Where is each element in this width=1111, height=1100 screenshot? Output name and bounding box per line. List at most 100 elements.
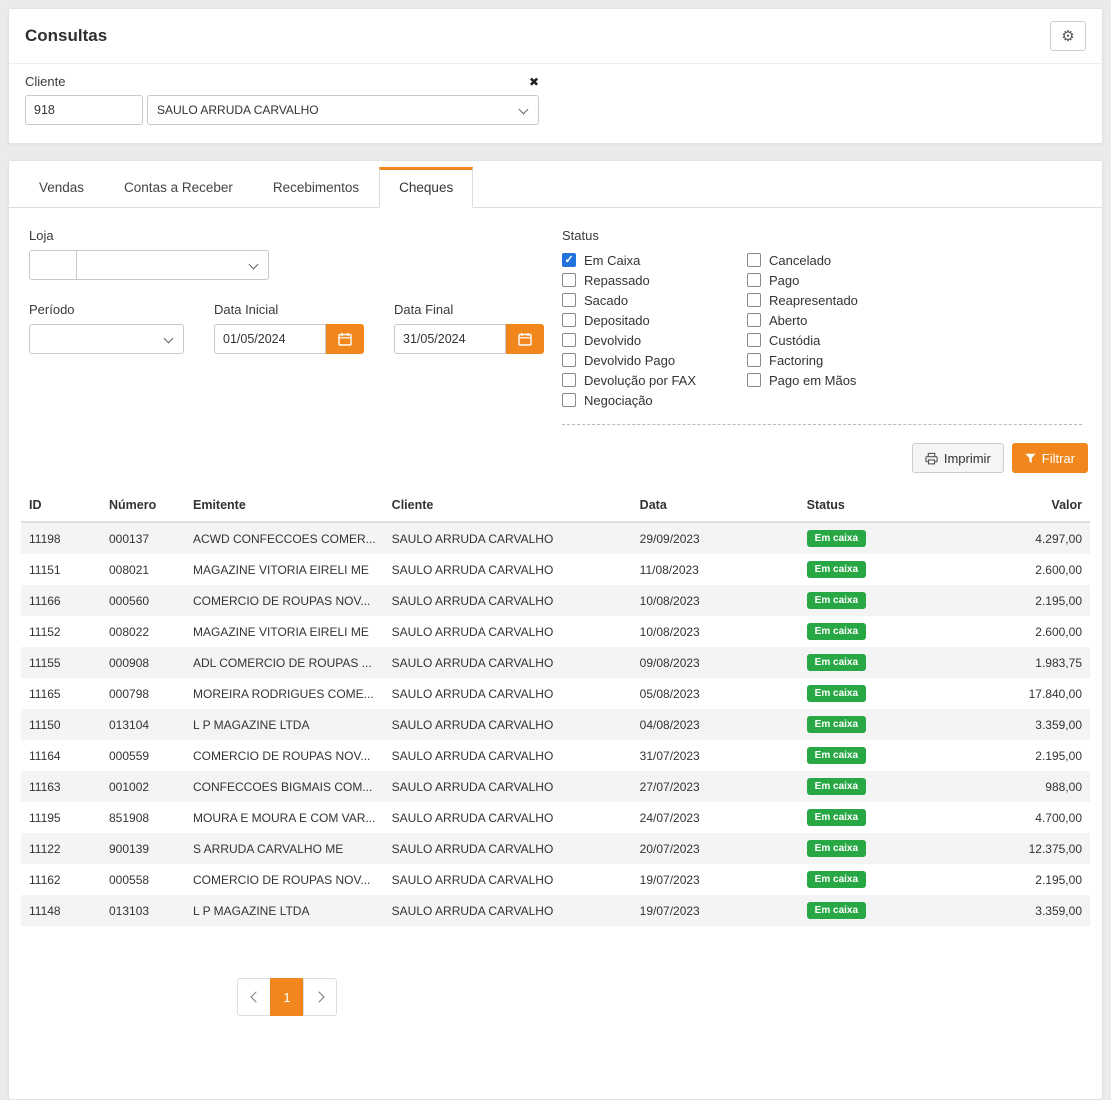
chevron-down-icon [249,260,259,270]
printer-icon [925,452,938,465]
filter-area: Loja Período Data Inicial [9,208,1102,425]
status-option-label: Pago [769,273,799,288]
cell-data: 04/08/2023 [632,709,799,740]
status-option-pago-em-maos[interactable]: Pago em Mãos [747,370,858,390]
table-row[interactable]: 11198000137ACWD CONFECCOES COMER...SAULO… [21,522,1090,554]
status-option-repassado[interactable]: Repassado [562,270,747,290]
data-final-calendar-button[interactable] [506,324,544,354]
column-header-numero: Número [101,489,185,522]
tab-recebimentos[interactable]: Recebimentos [253,167,379,207]
status-option-em-caixa[interactable]: Em Caixa [562,250,747,270]
status-option-devolvido-pago[interactable]: Devolvido Pago [562,350,747,370]
cell-id: 11162 [21,864,101,895]
client-code-input[interactable] [25,95,143,125]
cell-data: 29/09/2023 [632,522,799,554]
loja-select[interactable] [77,250,269,280]
cell-status: Em caixa [799,554,932,585]
cell-valor: 2.600,00 [932,616,1090,647]
status-option-depositado[interactable]: Depositado [562,310,747,330]
cell-cliente: SAULO ARRUDA CARVALHO [384,740,632,771]
status-option-devolvido[interactable]: Devolvido [562,330,747,350]
status-option-factoring[interactable]: Factoring [747,350,858,370]
data-inicial-calendar-button[interactable] [326,324,364,354]
pagination-prev-button[interactable] [237,978,271,1016]
loja-code-input[interactable] [29,250,77,280]
checkbox-pago[interactable] [747,273,761,287]
status-column-left: Em Caixa Repassado Sacado Depositado Devolvi… [562,250,747,410]
status-option-negociacao[interactable]: Negociação [562,390,747,410]
status-option-label: Sacado [584,293,628,308]
cell-cliente: SAULO ARRUDA CARVALHO [384,895,632,926]
status-option-reapresentado[interactable]: Reapresentado [747,290,858,310]
cell-valor: 3.359,00 [932,895,1090,926]
checkbox-pago-em-maos[interactable] [747,373,761,387]
status-option-label: Devolvido [584,333,641,348]
client-select[interactable]: SAULO ARRUDA CARVALHO [147,95,539,125]
status-option-sacado[interactable]: Sacado [562,290,747,310]
table-row[interactable]: 11148013103L P MAGAZINE LTDASAULO ARRUDA… [21,895,1090,926]
status-option-cancelado[interactable]: Cancelado [747,250,858,270]
data-final-label: Data Final [394,302,544,317]
checkbox-aberto[interactable] [747,313,761,327]
table-row[interactable]: 11165000798MOREIRA RODRIGUES COME...SAUL… [21,678,1090,709]
cheques-table: IDNúmeroEmitenteClienteDataStatusValor 1… [21,489,1090,926]
filtrar-button[interactable]: Filtrar [1012,443,1088,473]
status-option-label: Devolução por FAX [584,373,696,388]
status-option-custodia[interactable]: Custódia [747,330,858,350]
cell-cliente: SAULO ARRUDA CARVALHO [384,678,632,709]
tab-contas-a-receber[interactable]: Contas a Receber [104,167,253,207]
tab-vendas[interactable]: Vendas [19,167,104,207]
cell-data: 11/08/2023 [632,554,799,585]
table-row[interactable]: 11155000908ADL COMERCIO DE ROUPAS ...SAU… [21,647,1090,678]
column-header-status: Status [799,489,932,522]
imprimir-label: Imprimir [944,451,991,466]
clear-client-icon[interactable]: ✖ [529,76,539,88]
settings-button[interactable]: ⚙ [1050,21,1086,51]
status-badge: Em caixa [807,716,866,733]
checkbox-sacado[interactable] [562,293,576,307]
checkbox-devolvido-pago[interactable] [562,353,576,367]
table-row[interactable]: 11166000560COMERCIO DE ROUPAS NOV...SAUL… [21,585,1090,616]
checkbox-negociacao[interactable] [562,393,576,407]
cell-emitente: ADL COMERCIO DE ROUPAS ... [185,647,384,678]
checkbox-repassado[interactable] [562,273,576,287]
checkbox-cancelado[interactable] [747,253,761,267]
status-option-pago[interactable]: Pago [747,270,858,290]
table-row[interactable]: 11152008022MAGAZINE VITORIA EIRELI MESAU… [21,616,1090,647]
pagination-next-button[interactable] [303,978,337,1016]
cell-status: Em caixa [799,522,932,554]
pagination-page-1[interactable]: 1 [270,978,304,1016]
data-inicial-input[interactable] [214,324,326,354]
column-header-valor: Valor [932,489,1090,522]
cell-data: 19/07/2023 [632,864,799,895]
table-row[interactable]: 11150013104L P MAGAZINE LTDASAULO ARRUDA… [21,709,1090,740]
cell-numero: 000908 [101,647,185,678]
checkbox-factoring[interactable] [747,353,761,367]
status-option-devolucao-por-fax[interactable]: Devolução por FAX [562,370,747,390]
periodo-select[interactable] [29,324,184,354]
checkbox-em-caixa[interactable] [562,253,576,267]
cell-data: 20/07/2023 [632,833,799,864]
table-row[interactable]: 11163001002CONFECCOES BIGMAIS COM...SAUL… [21,771,1090,802]
checkbox-devolvido[interactable] [562,333,576,347]
table-row[interactable]: 11162000558COMERCIO DE ROUPAS NOV...SAUL… [21,864,1090,895]
cell-id: 11163 [21,771,101,802]
checkbox-custodia[interactable] [747,333,761,347]
checkbox-depositado[interactable] [562,313,576,327]
table-row[interactable]: 11195851908MOURA E MOURA E COM VAR...SAU… [21,802,1090,833]
checkbox-devolucao-por-fax[interactable] [562,373,576,387]
checkbox-reapresentado[interactable] [747,293,761,307]
calendar-icon [518,332,532,346]
table-row[interactable]: 11164000559COMERCIO DE ROUPAS NOV...SAUL… [21,740,1090,771]
cell-id: 11151 [21,554,101,585]
data-final-input[interactable] [394,324,506,354]
imprimir-button[interactable]: Imprimir [912,443,1004,473]
status-option-label: Repassado [584,273,650,288]
tab-cheques[interactable]: Cheques [379,167,473,208]
cell-valor: 12.375,00 [932,833,1090,864]
cell-status: Em caixa [799,895,932,926]
status-option-aberto[interactable]: Aberto [747,310,858,330]
table-row[interactable]: 11122900139S ARRUDA CARVALHO MESAULO ARR… [21,833,1090,864]
table-row[interactable]: 11151008021MAGAZINE VITORIA EIRELI MESAU… [21,554,1090,585]
cell-numero: 001002 [101,771,185,802]
